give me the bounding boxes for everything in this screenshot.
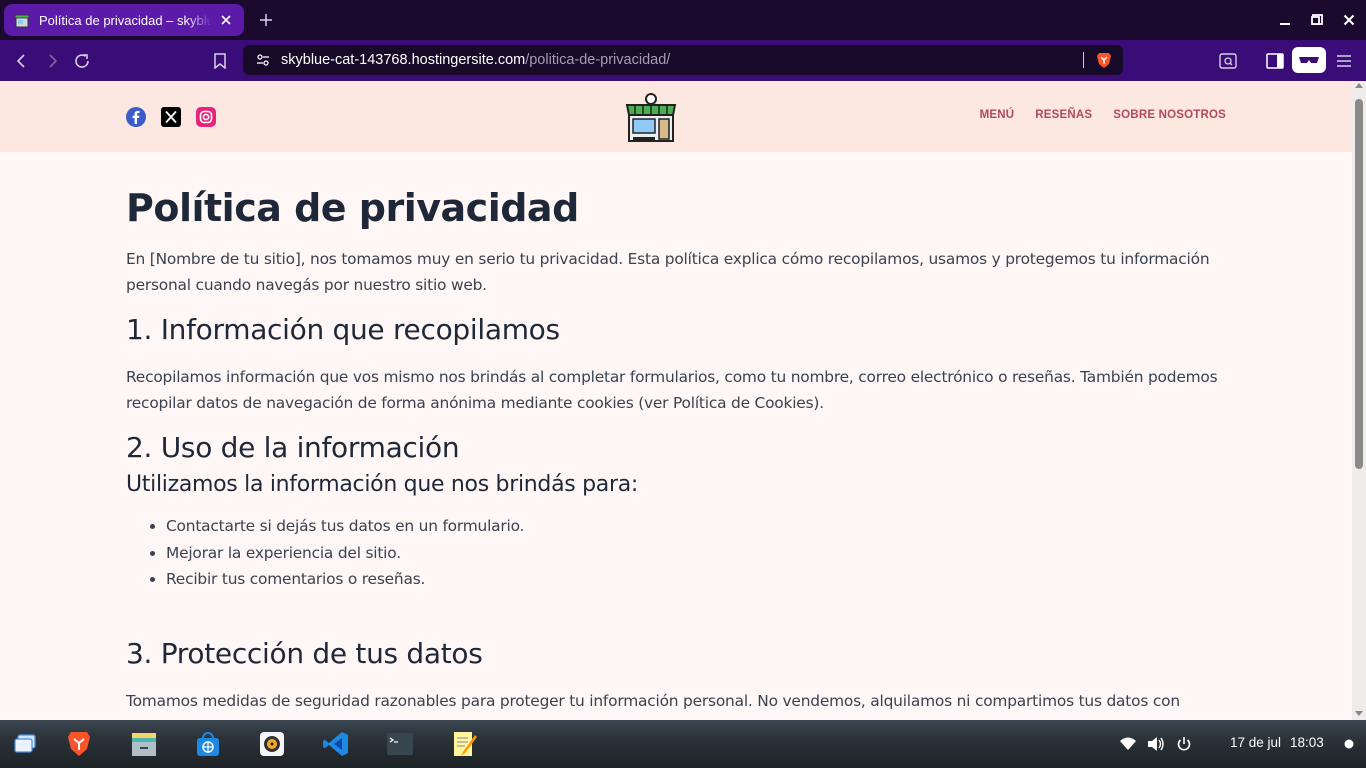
volume-icon[interactable] [1146, 734, 1166, 754]
article-content: Política de privacidad En [Nombre de tu … [126, 183, 1226, 714]
clock-time[interactable]: 18:03 [1290, 735, 1324, 750]
wifi-icon[interactable] [1118, 734, 1138, 754]
facebook-icon[interactable] [126, 107, 146, 127]
scroll-down-icon[interactable] [1355, 711, 1363, 716]
section-1-paragraph: Recopilamos información que vos mismo no… [126, 368, 1218, 412]
site-logo[interactable] [625, 93, 677, 143]
new-tab-icon[interactable] [256, 10, 276, 30]
url-text: skyblue-cat-143768.hostingersite.com/pol… [281, 52, 670, 68]
power-icon[interactable] [1174, 734, 1194, 754]
maximize-icon[interactable] [1306, 8, 1328, 32]
url-separator [1083, 52, 1084, 68]
sidebar-icon[interactable] [1262, 48, 1288, 74]
brave-shields-icon[interactable] [1095, 51, 1113, 69]
nav-sobre-nosotros[interactable]: SOBRE NOSOTROS [1113, 109, 1226, 121]
browser-tab[interactable]: Política de privacidad – skyblue-cat-143… [4, 4, 244, 36]
site-favicon-icon [14, 12, 30, 28]
notification-dot-icon[interactable] [1339, 734, 1359, 754]
text-editor-icon[interactable] [450, 729, 480, 759]
list-item: Recibir tus comentarios o reseñas. [166, 566, 1226, 593]
site-info-icon[interactable] [255, 52, 271, 68]
main-nav: MENÚ RESEÑAS SOBRE NOSOTROS [980, 109, 1226, 121]
vscode-icon[interactable] [321, 729, 351, 759]
file-manager-icon[interactable] [129, 729, 159, 759]
terminal-icon[interactable] [385, 729, 415, 759]
minimize-icon[interactable] [1274, 8, 1296, 32]
page-viewport: MENÚ RESEÑAS SOBRE NOSOTROS Política de … [0, 81, 1352, 720]
url-path: /politica-de-privacidad/ [525, 52, 671, 68]
bookmark-icon[interactable] [207, 48, 233, 74]
section-2-subheading: Utilizamos la información que nos brindá… [126, 472, 639, 497]
page-title: Política de privacidad [126, 186, 579, 230]
close-tab-icon[interactable] [218, 12, 234, 28]
usage-list: Contactarte si dejás tus datos en un for… [148, 513, 1226, 593]
tab-title: Política de privacidad – skyblue-cat-143… [39, 12, 212, 28]
browser-toolbar: skyblue-cat-143768.hostingersite.com/pol… [0, 40, 1366, 81]
menu-icon[interactable] [1331, 48, 1357, 74]
nav-menu[interactable]: MENÚ [980, 109, 1015, 121]
intro-paragraph: En [Nombre de tu sitio], nos tomamos muy… [126, 250, 1210, 294]
close-window-icon[interactable] [1338, 8, 1360, 32]
forward-icon[interactable] [39, 48, 65, 74]
brave-browser-icon[interactable] [64, 729, 94, 759]
taskbar: 17 de jul 18:03 [0, 720, 1366, 768]
back-icon[interactable] [9, 48, 35, 74]
section-heading-3: 3. Protección de tus datos [126, 636, 483, 670]
reader-mode-icon[interactable] [1215, 48, 1241, 74]
window-controls [1274, 8, 1360, 32]
list-item: Mejorar la experiencia del sitio. [166, 540, 1226, 567]
address-bar[interactable]: skyblue-cat-143768.hostingersite.com/pol… [243, 45, 1123, 75]
section-heading-2: 2. Uso de la información [126, 431, 460, 464]
x-icon[interactable] [161, 107, 181, 127]
software-store-icon[interactable] [193, 729, 223, 759]
show-desktop-icon[interactable] [10, 729, 40, 759]
url-host: skyblue-cat-143768.hostingersite.com [281, 52, 526, 68]
rhythmbox-icon[interactable] [257, 729, 287, 759]
scroll-up-icon[interactable] [1355, 83, 1363, 88]
page-scrollbar[interactable] [1352, 81, 1366, 720]
instagram-icon[interactable] [196, 107, 216, 127]
section-3-paragraph: Tomamos medidas de seguridad razonables … [126, 691, 1180, 710]
reload-icon[interactable] [69, 48, 95, 74]
tab-strip: Política de privacidad – skyblue-cat-143… [0, 0, 1366, 40]
leo-glasses-icon[interactable] [1292, 47, 1326, 73]
nav-resenas[interactable]: RESEÑAS [1035, 109, 1092, 121]
scroll-thumb[interactable] [1355, 99, 1363, 469]
section-heading-1: 1. Información que recopilamos [126, 313, 560, 346]
site-header: MENÚ RESEÑAS SOBRE NOSOTROS [0, 81, 1352, 152]
list-item: Contactarte si dejás tus datos en un for… [166, 513, 1226, 540]
clock-date[interactable]: 17 de jul [1230, 735, 1281, 750]
